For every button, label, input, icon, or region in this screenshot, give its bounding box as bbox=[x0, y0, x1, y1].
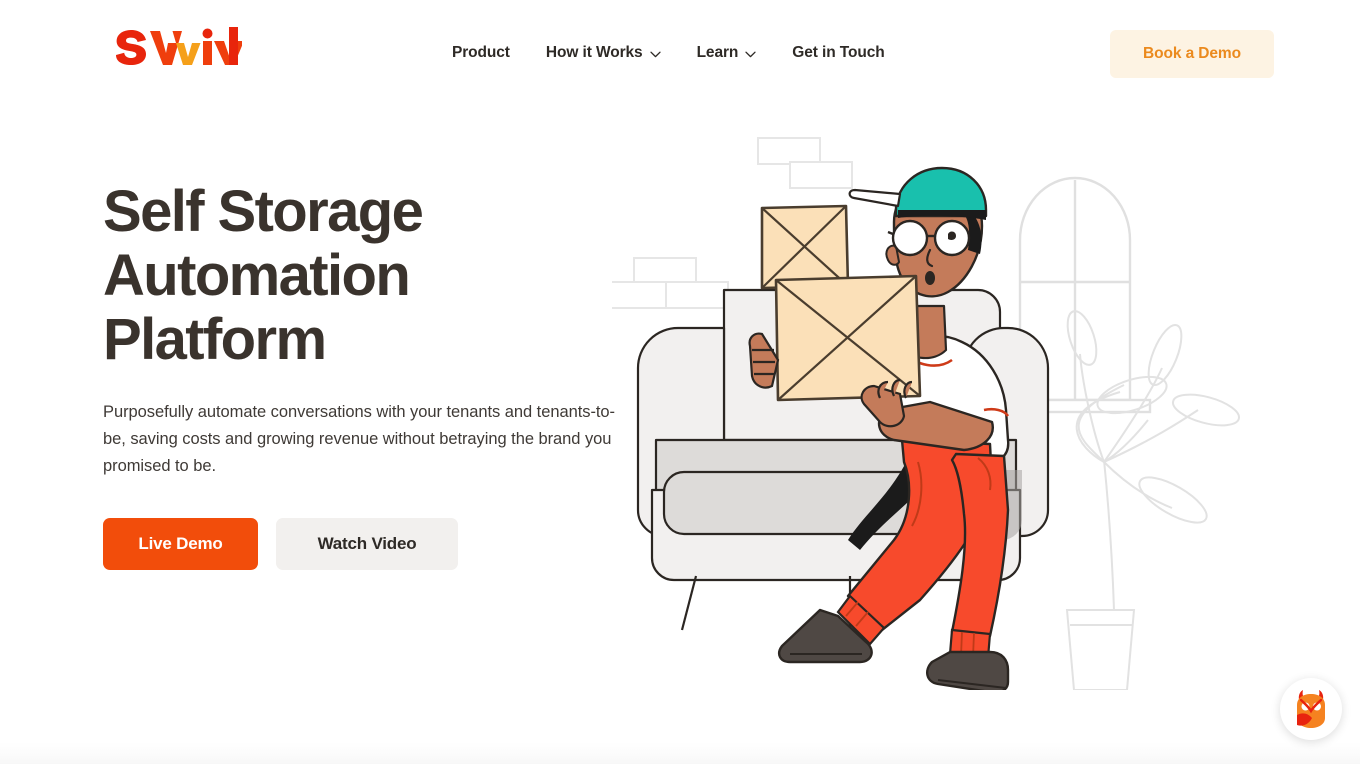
hero-content: Self Storage Automation Platform Purpose… bbox=[103, 180, 643, 570]
hero-cta-row: Live Demo Watch Video bbox=[103, 518, 643, 570]
main-navigation: Product How it Works Learn Get in Touch bbox=[452, 40, 885, 66]
hero-illustration bbox=[612, 110, 1312, 690]
nav-item-how-it-works[interactable]: How it Works bbox=[546, 40, 661, 66]
nav-item-get-in-touch[interactable]: Get in Touch bbox=[792, 40, 884, 66]
hero-subheadline: Purposefully automate conversations with… bbox=[103, 403, 616, 475]
chevron-down-icon bbox=[745, 51, 756, 58]
landing-page: Product How it Works Learn Get in Touch … bbox=[0, 0, 1360, 764]
box-small bbox=[760, 204, 850, 290]
brick-outline bbox=[757, 137, 853, 189]
site-header: Product How it Works Learn Get in Touch … bbox=[0, 0, 1360, 108]
page-title: Self Storage Automation Platform bbox=[103, 179, 424, 372]
chat-widget-button[interactable] bbox=[1280, 678, 1342, 740]
nav-item-label: Get in Touch bbox=[792, 44, 885, 61]
live-demo-button[interactable]: Live Demo bbox=[103, 518, 258, 570]
nav-item-label: How it Works bbox=[545, 44, 643, 61]
book-a-demo-button[interactable]: Book a Demo bbox=[1110, 30, 1274, 78]
nav-item-label: Learn bbox=[696, 44, 739, 61]
owl-chat-icon bbox=[1297, 690, 1325, 728]
section-divider bbox=[0, 742, 1360, 764]
swivl-logo[interactable] bbox=[110, 24, 242, 72]
brick-outline bbox=[612, 257, 729, 309]
nav-item-label: Product bbox=[452, 44, 510, 61]
swivl-logo-wordmark bbox=[116, 27, 242, 65]
nav-item-product[interactable]: Product bbox=[452, 40, 510, 66]
potted-plant-outline bbox=[1065, 310, 1241, 690]
nav-item-learn[interactable]: Learn bbox=[697, 40, 757, 66]
chevron-down-icon bbox=[649, 51, 661, 58]
watch-video-button[interactable]: Watch Video bbox=[276, 518, 458, 570]
